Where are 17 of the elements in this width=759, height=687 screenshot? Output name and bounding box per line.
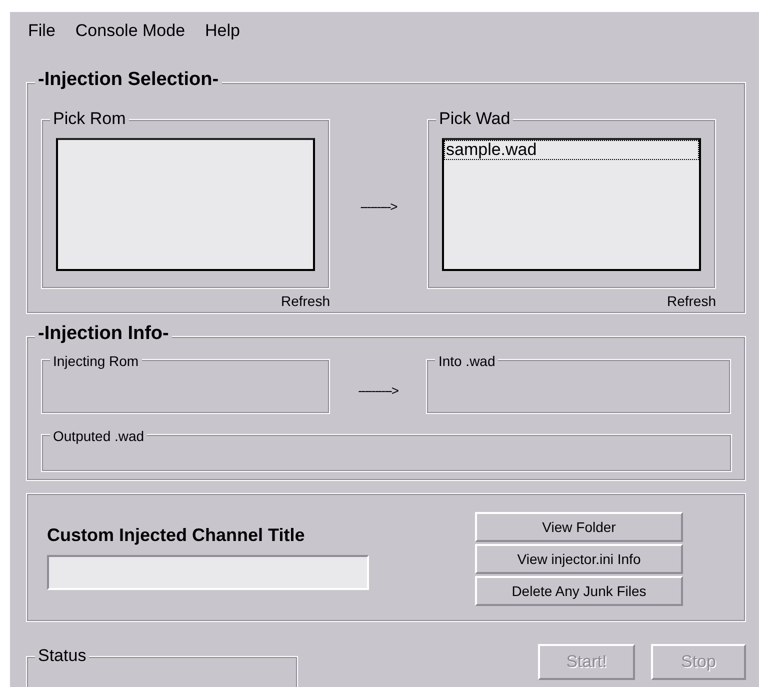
group-title: -Injection Selection- — [35, 70, 222, 90]
field-label: Custom Injected Channel Title — [47, 524, 306, 547]
menu-item[interactable]: Help — [205, 18, 240, 46]
arrow-label: ----------> — [358, 382, 398, 400]
menu-item[interactable]: Console Mode — [75, 18, 186, 46]
input-field[interactable] — [47, 555, 369, 590]
refresh-link[interactable]: Refresh — [427, 291, 716, 312]
list-box[interactable]: sample.wad — [442, 138, 701, 271]
arrow-label: ---------> — [360, 198, 397, 216]
list-item[interactable]: sample.wad — [444, 140, 699, 160]
action-button[interactable]: View injector.ini Info — [475, 544, 683, 574]
list-box[interactable] — [56, 138, 315, 271]
group-title: -Injection Info- — [35, 324, 172, 344]
refresh-link[interactable]: Refresh — [41, 291, 330, 312]
action-button[interactable]: Delete Any Junk Files — [475, 576, 683, 606]
action-button[interactable]: View Folder — [475, 512, 683, 542]
menu-item[interactable]: File — [28, 18, 56, 46]
